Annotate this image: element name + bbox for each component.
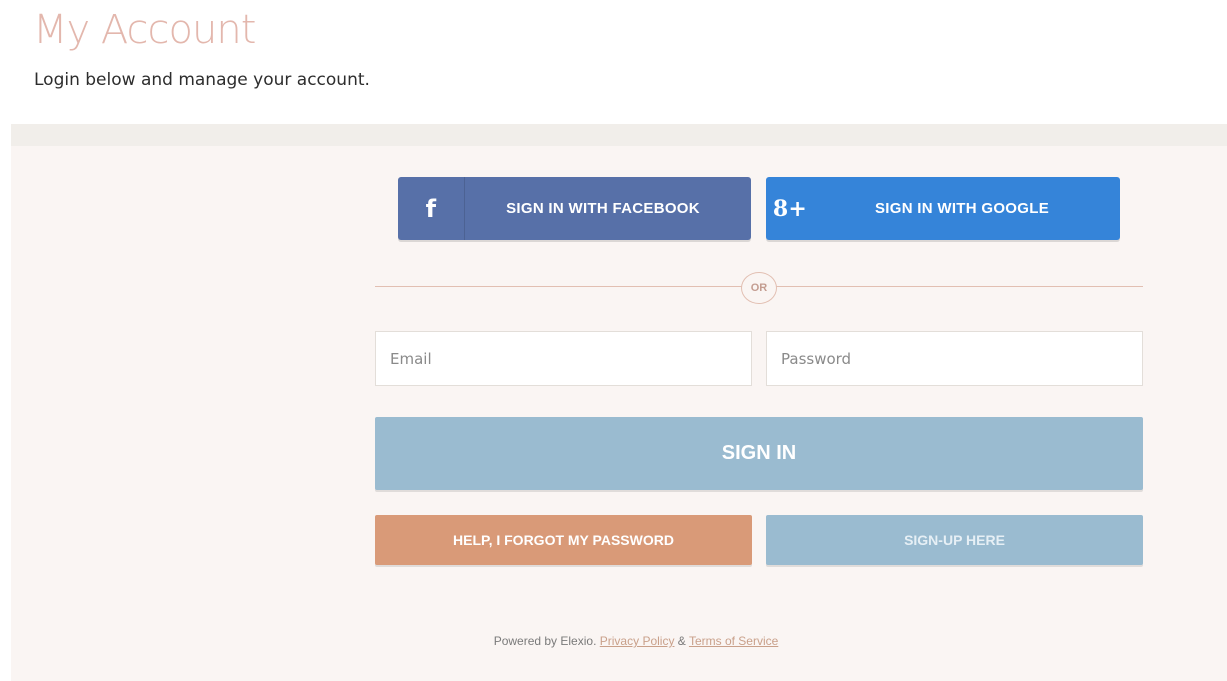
my-account-page: My Account Login below and manage your a… [0,0,1227,681]
facebook-signin-button[interactable]: f SIGN IN WITH FACEBOOK [398,177,751,240]
sign-up-button[interactable]: SIGN-UP HERE [766,515,1143,565]
terms-of-service-link[interactable]: Terms of Service [689,634,778,648]
google-plus-icon: 8+ [772,195,808,222]
facebook-icon: f [398,177,465,240]
email-field[interactable] [375,331,752,386]
powered-by-text: Powered by Elexio. [493,634,597,648]
footer: Powered by Elexio. Privacy Policy & Term… [11,634,1227,648]
or-badge: OR [741,272,777,304]
footer-ampersand: & [677,634,686,648]
google-signin-button[interactable]: 8+ SIGN IN WITH GOOGLE [766,177,1120,240]
facebook-signin-label: SIGN IN WITH FACEBOOK [506,200,700,217]
panel-top-band [11,124,1227,146]
google-signin-label: SIGN IN WITH GOOGLE [874,200,1050,217]
page-subtitle: Login below and manage your account. [34,70,370,90]
page-title: My Account [33,7,256,53]
forgot-password-button[interactable]: HELP, I FORGOT MY PASSWORD [375,515,752,565]
login-panel: f SIGN IN WITH FACEBOOK 8+ SIGN IN WITH … [11,124,1227,681]
privacy-policy-link[interactable]: Privacy Policy [600,634,675,648]
password-field[interactable] [766,331,1143,386]
sign-in-button[interactable]: SIGN IN [375,417,1143,490]
